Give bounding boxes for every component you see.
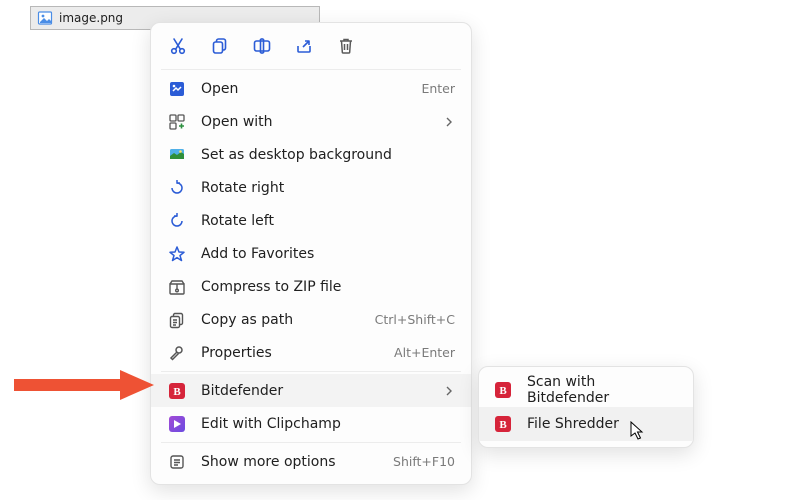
menu-item-set-background[interactable]: Set as desktop background bbox=[151, 138, 471, 171]
menu-item-favorites[interactable]: Add to Favorites bbox=[151, 237, 471, 270]
svg-text:B: B bbox=[499, 385, 507, 397]
menu-item-copy-path[interactable]: Copy as path Ctrl+Shift+C bbox=[151, 303, 471, 336]
svg-text:B: B bbox=[173, 386, 181, 398]
clipchamp-icon bbox=[167, 414, 187, 434]
menu-label: Edit with Clipchamp bbox=[201, 416, 455, 432]
menu-label: Show more options bbox=[201, 454, 393, 470]
chevron-right-icon bbox=[443, 116, 455, 128]
zip-icon bbox=[167, 277, 187, 297]
submenu-item-file-shredder[interactable]: B File Shredder bbox=[479, 407, 693, 441]
copy-path-icon bbox=[167, 310, 187, 330]
rotate-right-icon bbox=[167, 178, 187, 198]
bitdefender-icon: B bbox=[493, 380, 513, 400]
star-icon bbox=[167, 244, 187, 264]
menu-item-properties[interactable]: Properties Alt+Enter bbox=[151, 336, 471, 369]
menu-label: Copy as path bbox=[201, 312, 375, 328]
menu-label: Rotate left bbox=[201, 213, 455, 229]
menu-item-open-with[interactable]: Open with bbox=[151, 105, 471, 138]
menu-separator bbox=[161, 442, 461, 443]
menu-item-show-more[interactable]: Show more options Shift+F10 bbox=[151, 445, 471, 478]
file-name-label: image.png bbox=[59, 11, 123, 25]
submenu-label: Scan with Bitdefender bbox=[527, 374, 679, 406]
menu-item-rotate-left[interactable]: Rotate left bbox=[151, 204, 471, 237]
show-more-icon bbox=[167, 452, 187, 472]
menu-shortcut: Enter bbox=[421, 81, 455, 96]
menu-item-clipchamp[interactable]: Edit with Clipchamp bbox=[151, 407, 471, 440]
menu-item-rotate-right[interactable]: Rotate right bbox=[151, 171, 471, 204]
bitdefender-icon: B bbox=[167, 381, 187, 401]
context-menu-toolbar bbox=[151, 29, 471, 67]
menu-item-open[interactable]: Open Enter bbox=[151, 72, 471, 105]
menu-label: Open bbox=[201, 81, 421, 97]
menu-shortcut: Ctrl+Shift+C bbox=[375, 312, 455, 327]
menu-item-compress[interactable]: Compress to ZIP file bbox=[151, 270, 471, 303]
menu-label: Rotate right bbox=[201, 180, 455, 196]
menu-label: Compress to ZIP file bbox=[201, 279, 455, 295]
context-menu: Open Enter Open with Set as desktop back… bbox=[150, 22, 472, 485]
copy-icon[interactable] bbox=[209, 35, 231, 57]
rotate-left-icon bbox=[167, 211, 187, 231]
menu-shortcut: Shift+F10 bbox=[393, 454, 455, 469]
menu-separator bbox=[161, 69, 461, 70]
bitdefender-submenu: B Scan with Bitdefender B File Shredder bbox=[478, 366, 694, 448]
menu-label: Bitdefender bbox=[201, 383, 437, 399]
menu-label: Add to Favorites bbox=[201, 246, 455, 262]
share-icon[interactable] bbox=[293, 35, 315, 57]
menu-label: Open with bbox=[201, 114, 437, 130]
bitdefender-icon: B bbox=[493, 414, 513, 434]
menu-item-bitdefender[interactable]: B Bitdefender bbox=[151, 374, 471, 407]
menu-separator bbox=[161, 371, 461, 372]
menu-shortcut: Alt+Enter bbox=[394, 345, 455, 360]
rename-icon[interactable] bbox=[251, 35, 273, 57]
menu-label: Set as desktop background bbox=[201, 147, 455, 163]
image-file-icon bbox=[37, 10, 53, 26]
open-icon bbox=[167, 79, 187, 99]
menu-label: Properties bbox=[201, 345, 394, 361]
submenu-item-scan[interactable]: B Scan with Bitdefender bbox=[479, 373, 693, 407]
submenu-label: File Shredder bbox=[527, 416, 679, 432]
annotation-arrow bbox=[14, 370, 154, 400]
cut-icon[interactable] bbox=[167, 35, 189, 57]
chevron-right-icon bbox=[443, 385, 455, 397]
delete-icon[interactable] bbox=[335, 35, 357, 57]
properties-icon bbox=[167, 343, 187, 363]
svg-text:B: B bbox=[499, 419, 507, 431]
desktop-background-icon bbox=[167, 145, 187, 165]
open-with-icon bbox=[167, 112, 187, 132]
